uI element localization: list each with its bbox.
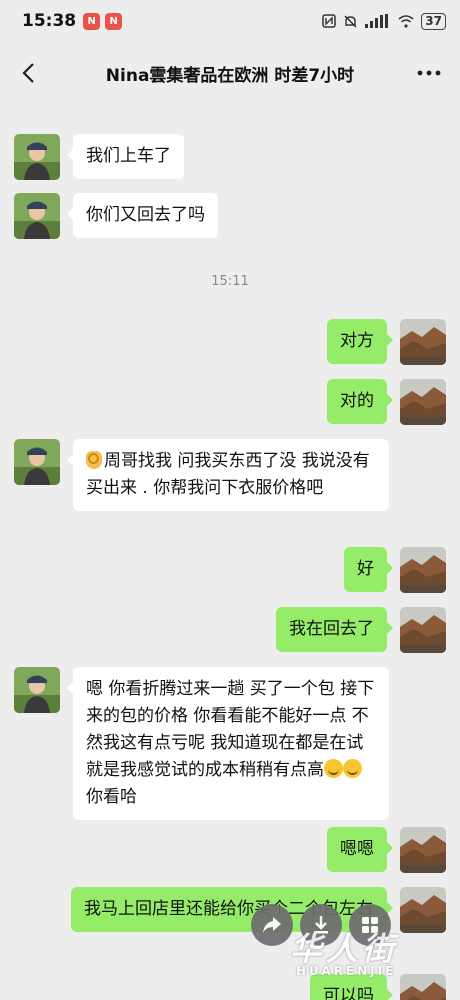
message-row: 周哥找我 问我买东西了没 我说没有买出来 . 你帮我问下衣服价格吧 bbox=[0, 439, 460, 535]
outgoing-message-bubble[interactable]: 好 bbox=[344, 547, 393, 592]
message-row: 好 bbox=[0, 547, 460, 595]
back-button[interactable] bbox=[14, 58, 42, 88]
message-row: 对的 bbox=[0, 379, 460, 427]
message-row: 我们上车了 bbox=[0, 134, 460, 182]
timestamp-partial bbox=[0, 92, 460, 102]
my-avatar[interactable] bbox=[400, 319, 446, 365]
status-bar-left: 15:38 N N bbox=[22, 11, 123, 31]
message-row: 我在回去了 bbox=[0, 607, 460, 655]
share-button[interactable] bbox=[251, 904, 293, 946]
watermark-logo: 华人街 HUARENJIE bbox=[290, 924, 450, 994]
contact-avatar[interactable] bbox=[14, 193, 60, 239]
message-text-after-emoji: 你看哈 bbox=[86, 787, 137, 807]
status-bar: 15:38 N N 37 bbox=[0, 0, 460, 42]
incoming-message-bubble[interactable]: 你们又回去了吗 bbox=[67, 193, 218, 238]
message-timestamp: 15:11 bbox=[211, 274, 249, 289]
sweat-smile-emoji-icon bbox=[324, 759, 343, 778]
my-avatar[interactable] bbox=[400, 607, 446, 653]
mute-icon bbox=[344, 15, 357, 27]
my-avatar[interactable] bbox=[400, 827, 446, 873]
message-row: 对方 bbox=[0, 319, 460, 367]
contact-avatar[interactable] bbox=[14, 667, 60, 713]
message-row: 嗯 你看折腾过来一趟 买了一个包 接下来的包的价格 你看看能不能好一点 不然我这… bbox=[0, 667, 460, 820]
status-time: 15:38 bbox=[22, 11, 77, 31]
signal-icon bbox=[365, 14, 389, 28]
chat-message-list[interactable]: 我们上车了 你们又回去了吗 15:11 对方 对的 周哥找我 问我买东西了没 我… bbox=[0, 90, 460, 1000]
ok-hand-emoji-icon bbox=[86, 451, 102, 469]
outgoing-message-bubble[interactable]: 对的 bbox=[327, 379, 393, 424]
wifi-icon bbox=[398, 14, 414, 28]
outgoing-message-bubble[interactable]: 我在回去了 bbox=[276, 607, 393, 652]
more-dots-icon bbox=[417, 70, 441, 76]
contact-avatar[interactable] bbox=[14, 134, 60, 180]
incoming-message-bubble[interactable]: 周哥找我 问我买东西了没 我说没有买出来 . 你帮我问下衣服价格吧 bbox=[67, 439, 389, 511]
watermark-text-en: HUARENJIE bbox=[296, 964, 397, 978]
incoming-message-bubble[interactable]: 我们上车了 bbox=[67, 134, 184, 179]
message-row: 你们又回去了吗 bbox=[0, 193, 460, 241]
notification-icon: N bbox=[105, 12, 123, 30]
notification-icon: N bbox=[83, 12, 101, 30]
contact-avatar[interactable] bbox=[14, 439, 60, 485]
status-bar-right: 37 bbox=[322, 12, 446, 30]
message-row: 嗯嗯 bbox=[0, 827, 460, 875]
nfc-icon bbox=[322, 14, 337, 28]
my-avatar[interactable] bbox=[400, 379, 446, 425]
chevron-left-icon bbox=[22, 63, 34, 83]
incoming-message-bubble[interactable]: 嗯 你看折腾过来一趟 买了一个包 接下来的包的价格 你看看能不能好一点 不然我这… bbox=[67, 667, 389, 820]
message-text: 周哥找我 问我买东西了没 我说没有买出来 . 你帮我问下衣服价格吧 bbox=[86, 451, 370, 498]
sweat-smile-emoji-icon bbox=[343, 759, 362, 778]
outgoing-message-bubble[interactable]: 对方 bbox=[327, 319, 393, 364]
my-avatar[interactable] bbox=[400, 547, 446, 593]
battery-indicator: 37 bbox=[421, 12, 446, 30]
share-icon bbox=[263, 917, 281, 933]
more-options-button[interactable] bbox=[414, 58, 444, 88]
outgoing-message-bubble[interactable]: 嗯嗯 bbox=[327, 827, 393, 872]
